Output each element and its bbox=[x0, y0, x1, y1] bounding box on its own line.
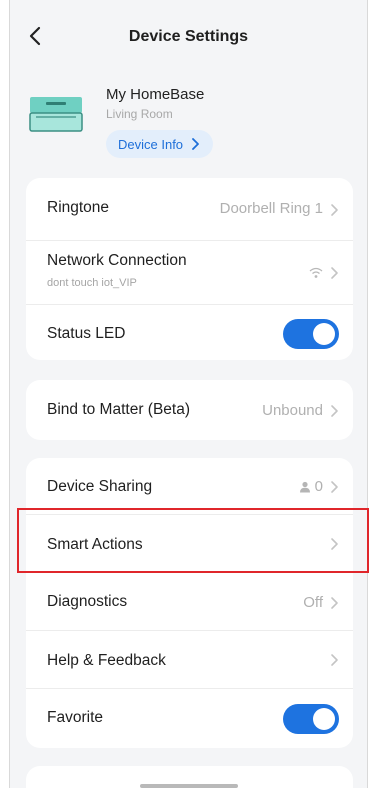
chevron-right-icon bbox=[331, 267, 338, 279]
homebase-device-icon bbox=[28, 94, 84, 134]
bind-matter-label: Bind to Matter (Beta) bbox=[47, 401, 191, 418]
favorite-toggle[interactable] bbox=[283, 704, 339, 734]
ringtone-label: Ringtone bbox=[47, 199, 110, 216]
network-connection-row[interactable]: Network Connection dont touch iot_VIP bbox=[26, 241, 353, 305]
chevron-right-icon bbox=[331, 204, 338, 216]
device-name: My HomeBase bbox=[106, 86, 205, 103]
chevron-right-icon bbox=[331, 481, 338, 493]
status-led-label: Status LED bbox=[47, 325, 126, 342]
settings-group-matter: Bind to Matter (Beta) Unbound bbox=[26, 380, 353, 440]
network-ssid: dont touch iot_VIP bbox=[47, 277, 137, 289]
diagnostics-label: Diagnostics bbox=[47, 593, 128, 610]
ringtone-row[interactable]: Ringtone Doorbell Ring 1 bbox=[26, 178, 353, 241]
network-connection-label: Network Connection bbox=[47, 252, 187, 269]
bind-matter-value: Unbound bbox=[262, 402, 323, 419]
device-sharing-label: Device Sharing bbox=[47, 478, 153, 495]
favorite-row: Favorite bbox=[26, 689, 353, 748]
home-indicator[interactable] bbox=[140, 784, 238, 788]
chevron-right-icon bbox=[331, 654, 338, 666]
person-icon bbox=[299, 481, 310, 492]
chevron-right-icon bbox=[192, 138, 199, 150]
settings-group-general: Ringtone Doorbell Ring 1 Network Connect… bbox=[26, 178, 353, 360]
device-sharing-value: 0 bbox=[299, 478, 323, 495]
smart-actions-highlight bbox=[17, 508, 369, 573]
page-title: Device Settings bbox=[128, 28, 249, 45]
wifi-icon bbox=[309, 267, 323, 278]
diagnostics-value: Off bbox=[303, 594, 323, 611]
settings-group-more: Device Sharing 0 Smart Actions Diagnosti… bbox=[26, 458, 353, 748]
chevron-right-icon bbox=[331, 597, 338, 609]
bind-matter-row[interactable]: Bind to Matter (Beta) Unbound bbox=[26, 380, 353, 440]
favorite-label: Favorite bbox=[47, 709, 103, 726]
device-room: Living Room bbox=[106, 107, 173, 121]
status-led-toggle[interactable] bbox=[283, 319, 339, 349]
screen: Device Settings My HomeBase Living Room … bbox=[9, 0, 368, 788]
ringtone-value: Doorbell Ring 1 bbox=[219, 200, 323, 217]
device-info-label: Device Info bbox=[118, 136, 184, 152]
device-sharing-row[interactable]: Device Sharing 0 bbox=[26, 458, 353, 515]
help-feedback-label: Help & Feedback bbox=[47, 652, 166, 669]
device-sharing-count: 0 bbox=[314, 478, 323, 495]
toggle-knob bbox=[313, 323, 335, 345]
chevron-right-icon bbox=[331, 405, 338, 417]
status-led-row: Status LED bbox=[26, 305, 353, 360]
device-info-button[interactable]: Device Info bbox=[106, 130, 214, 158]
diagnostics-row[interactable]: Diagnostics Off bbox=[26, 573, 353, 631]
header: Device Settings bbox=[10, 0, 367, 74]
toggle-knob bbox=[313, 708, 335, 730]
help-feedback-row[interactable]: Help & Feedback bbox=[26, 631, 353, 689]
device-summary: My HomeBase Living Room Device Info bbox=[10, 74, 367, 164]
